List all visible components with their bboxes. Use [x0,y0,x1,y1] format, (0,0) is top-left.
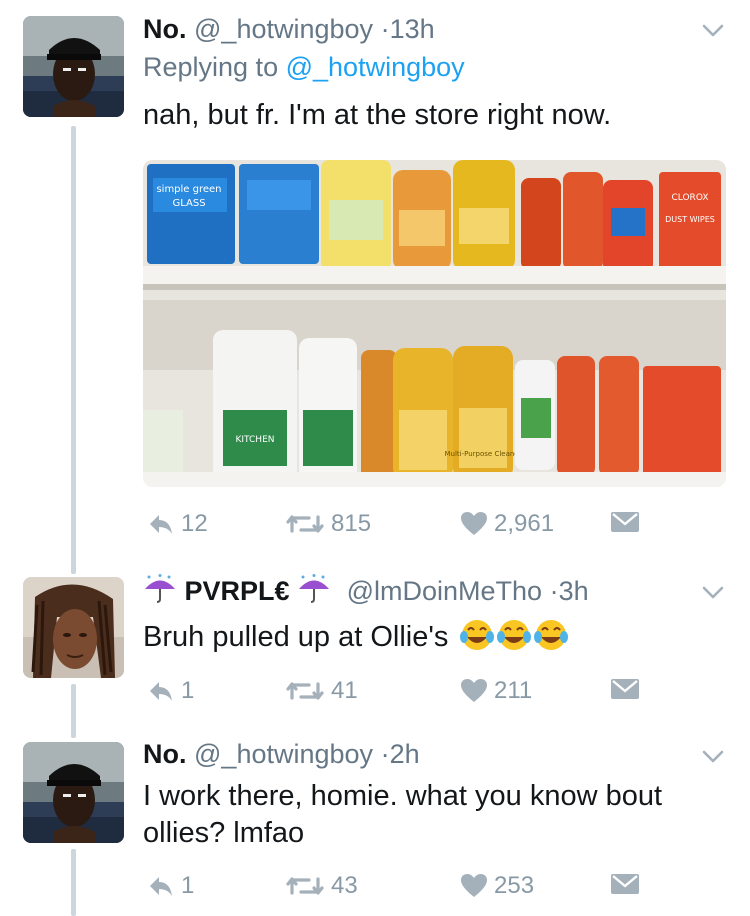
timestamp[interactable]: 3h [559,576,589,606]
tweet-header: PVRPL€ @lmDoinMeTho ·3h [143,574,589,607]
chevron-down-icon[interactable] [700,580,726,606]
retweet-count: 41 [331,677,358,704]
retweet-icon [286,682,324,700]
tweet-actions: 12 815 2,961 [143,510,643,546]
tweet-text-line: I work there, homie. what you know bout [143,780,663,812]
separator-dot: · [549,576,559,606]
display-name[interactable]: No. [143,14,187,44]
product-label: KITCHEN [236,435,275,445]
like-count: 253 [494,872,535,899]
retweet-button[interactable]: 815 [285,510,371,538]
umbrella-emoji-icon [299,574,330,603]
retweet-icon [286,515,324,533]
reply-button[interactable]: 1 [147,677,194,705]
replying-to: Replying to @_hotwingboy [143,52,465,83]
tweet-text-content: Bruh pulled up at Ollie's [143,621,449,653]
tweet-text: nah, but fr. I'm at the store right now. [143,99,612,131]
tears-of-joy-emoji-icon [460,620,569,650]
like-button[interactable]: 2,961 [460,510,554,538]
envelope-icon [611,874,639,894]
tweet-text: I work there, homie. what you know bout … [143,778,662,852]
replying-to-label: Replying to [143,52,279,82]
heart-icon [461,874,487,897]
reply-button[interactable]: 12 [147,510,208,538]
envelope-icon [611,512,639,532]
tweet-header: No. @_hotwingboy ·2h [143,739,420,770]
replying-to-handle[interactable]: @_hotwingboy [286,52,465,82]
user-handle[interactable]: @_hotwingboy [194,739,373,769]
reply-count: 1 [181,872,195,899]
like-count: 2,961 [494,510,555,537]
tweet-header: No. @_hotwingboy ·13h [143,14,435,45]
product-label: DUST WIPES [665,215,715,224]
product-label: CLOROX [672,193,709,203]
envelope-icon [611,679,639,699]
product-label: Multi-Purpose Cleaner [444,450,521,458]
tweet-text: Bruh pulled up at Ollie's [143,618,570,656]
retweet-count: 43 [331,872,358,899]
reply-button[interactable]: 1 [147,872,194,900]
tweet-actions: 1 43 253 [143,872,643,908]
heart-icon [461,512,487,535]
product-label: simple green [156,184,221,195]
display-name[interactable]: No. [143,739,187,769]
reply-count: 1 [181,677,195,704]
separator-dot: · [380,739,390,769]
reply-count: 12 [181,510,208,537]
direct-message-button[interactable] [610,677,640,701]
timestamp[interactable]: 13h [390,14,435,44]
separator-dot: · [380,14,390,44]
timestamp[interactable]: 2h [390,739,420,769]
reply-icon [150,515,172,534]
umbrella-emoji-icon [145,574,175,603]
like-button[interactable]: 211 [460,677,532,705]
product-label: GLASS [172,198,205,209]
tweet-actions: 1 41 211 [143,677,643,713]
display-name[interactable]: PVRPL€ [185,576,290,606]
avatar[interactable] [23,742,124,843]
reply-icon [150,877,172,896]
user-handle[interactable]: @lmDoinMeTho [347,576,542,606]
like-count: 211 [494,677,533,704]
avatar[interactable] [23,16,124,117]
avatar[interactable] [23,577,124,678]
thread-line [71,684,76,738]
retweet-button[interactable]: 43 [285,872,358,900]
heart-icon [461,679,487,702]
retweet-count: 815 [331,510,372,537]
retweet-button[interactable]: 41 [285,677,358,705]
thread-line [71,126,76,574]
user-handle[interactable]: @_hotwingboy [194,14,373,44]
direct-message-button[interactable] [610,510,640,534]
retweet-icon [286,877,324,895]
reply-icon [150,682,172,701]
tweet-image[interactable]: simple green GLASS CLOROX DUST WIPES KIT… [143,160,726,487]
thread-line [71,849,76,916]
tweet-text-line: ollies? lmfao [143,817,305,849]
like-button[interactable]: 253 [460,872,534,900]
chevron-down-icon[interactable] [700,18,726,44]
direct-message-button[interactable] [610,872,640,896]
chevron-down-icon[interactable] [700,744,726,770]
